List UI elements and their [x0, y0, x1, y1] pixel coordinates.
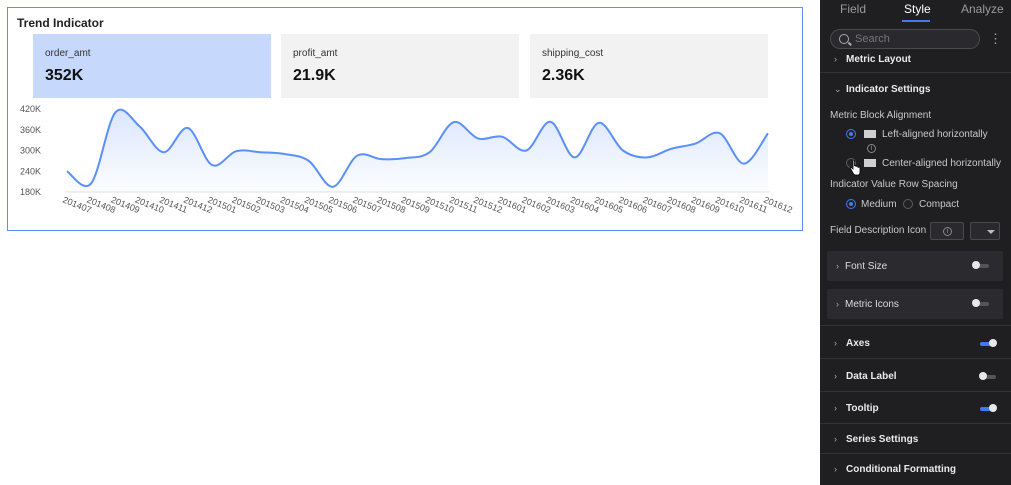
subsection-font-size[interactable]: › Font Size	[827, 251, 1003, 281]
trend-indicator-widget[interactable]: Trend Indicator order_amt 352K profit_am…	[7, 7, 803, 231]
divider	[820, 423, 1011, 424]
search-input[interactable]	[855, 32, 975, 46]
divider	[820, 325, 1011, 326]
axes-toggle[interactable]	[980, 339, 997, 347]
toggle-knob	[979, 372, 987, 380]
font-size-toggle[interactable]	[972, 261, 989, 269]
dashboard-canvas: Trend Indicator order_amt 352K profit_am…	[0, 0, 820, 485]
search-box[interactable]	[830, 29, 980, 49]
metric-name: order_amt	[45, 48, 91, 59]
section-label: Tooltip	[846, 403, 879, 414]
toggle-knob	[972, 299, 980, 307]
trend-chart: 180K240K300K360K420K20140720140820140920…	[20, 104, 794, 216]
toggle-knob	[989, 404, 997, 412]
align-center-icon	[864, 159, 876, 167]
style-panel: Field Style Analyze ⋮ › Metric Layout ⌄ …	[820, 0, 1011, 485]
field-desc-icon-selector[interactable]: i	[930, 222, 964, 240]
metric-value: 2.36K	[542, 67, 585, 84]
spacing-medium-label: Medium	[861, 199, 897, 210]
align-left-label: Left-aligned horizontally	[882, 129, 988, 140]
hand-cursor-icon	[849, 160, 861, 176]
section-label: Conditional Formatting	[846, 464, 956, 475]
metric-name: profit_amt	[293, 48, 338, 59]
metric-name: shipping_cost	[542, 48, 604, 59]
chevron-right-icon: ›	[834, 338, 837, 348]
field-desc-icon-label: Field Description Icon	[830, 225, 927, 236]
subsection-metric-icons[interactable]: › Metric Icons	[827, 289, 1003, 319]
tab-style[interactable]: Style	[904, 2, 931, 16]
align-left-radio[interactable]	[846, 129, 856, 139]
chevron-right-icon: ›	[836, 261, 839, 271]
tab-analyze[interactable]: Analyze	[961, 2, 1004, 16]
metric-value: 352K	[45, 67, 84, 84]
row-spacing-label: Indicator Value Row Spacing	[830, 179, 958, 190]
metric-card-order-amt[interactable]: order_amt 352K	[33, 34, 271, 98]
toggle-knob	[989, 339, 997, 347]
subsection-label: Font Size	[845, 261, 888, 272]
panel-tabs: Field Style Analyze	[820, 0, 1011, 22]
section-label: Indicator Settings	[846, 84, 931, 95]
info-icon: i	[943, 227, 952, 236]
subsection-label: Metric Icons	[845, 299, 899, 310]
y-tick-label: 300K	[20, 146, 41, 156]
y-tick-label: 360K	[20, 125, 41, 135]
tab-field[interactable]: Field	[840, 2, 866, 16]
section-label: Metric Layout	[846, 54, 912, 65]
field-desc-color-dropdown[interactable]	[970, 222, 1000, 240]
search-icon	[839, 34, 849, 44]
chevron-right-icon: ›	[834, 403, 837, 413]
section-label: Data Label	[846, 371, 897, 382]
divider	[820, 72, 1011, 73]
spacing-compact-radio[interactable]	[903, 199, 913, 209]
y-tick-label: 240K	[20, 166, 41, 176]
info-icon: i	[867, 144, 876, 153]
chevron-right-icon: ›	[836, 299, 839, 309]
metric-block-alignment-label: Metric Block Alignment	[830, 110, 932, 121]
metric-card-shipping-cost[interactable]: shipping_cost 2.36K	[530, 34, 768, 98]
divider	[820, 391, 1011, 392]
x-tick-label: 201612	[762, 195, 794, 216]
chevron-right-icon: ›	[834, 54, 837, 64]
chevron-right-icon: ›	[834, 371, 837, 381]
active-tab-indicator	[902, 20, 930, 22]
toggle-knob	[972, 261, 980, 269]
spacing-medium-radio[interactable]	[846, 199, 856, 209]
spacing-compact-label: Compact	[919, 199, 960, 210]
divider	[820, 453, 1011, 454]
more-options-icon[interactable]: ⋮	[989, 32, 1002, 46]
chevron-down-icon: ⌄	[834, 84, 842, 94]
section-label: Axes	[846, 338, 870, 349]
align-center-label: Center-aligned horizontally	[882, 158, 1001, 169]
metric-card-profit-amt[interactable]: profit_amt 21.9K	[281, 34, 519, 98]
metric-icons-toggle[interactable]	[972, 299, 989, 307]
y-tick-label: 420K	[20, 104, 41, 114]
y-tick-label: 180K	[20, 187, 41, 197]
tooltip-toggle[interactable]	[980, 404, 997, 412]
widget-title: Trend Indicator	[17, 16, 104, 30]
section-label: Series Settings	[846, 434, 919, 445]
divider	[820, 358, 1011, 359]
chevron-right-icon: ›	[834, 464, 837, 474]
series-area	[67, 109, 768, 192]
metric-value: 21.9K	[293, 67, 336, 84]
chevron-right-icon: ›	[834, 434, 837, 444]
data-label-toggle[interactable]	[979, 372, 996, 380]
align-left-icon	[864, 130, 876, 138]
